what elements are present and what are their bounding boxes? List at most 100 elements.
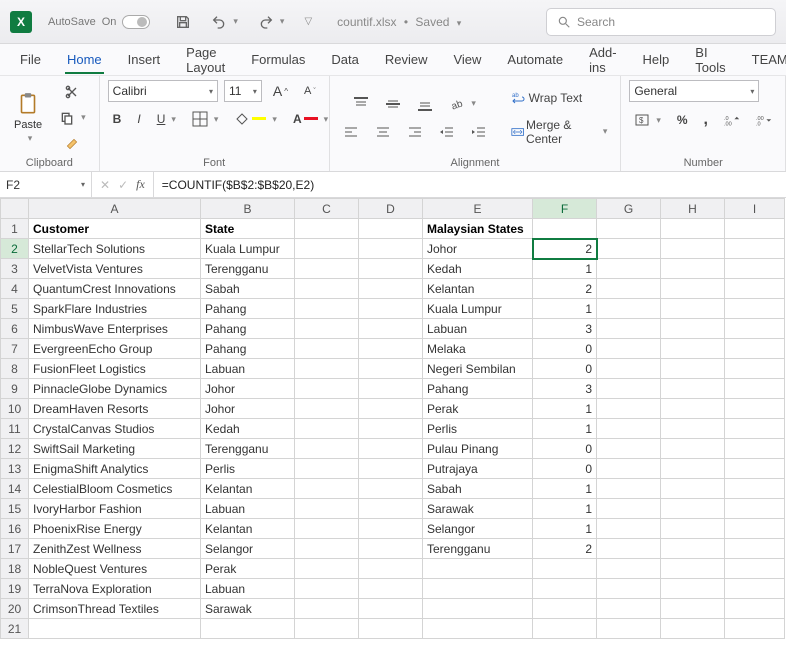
cell-A15[interactable]: IvoryHarbor Fashion xyxy=(29,499,201,519)
align-middle-button[interactable] xyxy=(380,93,406,115)
cell-D17[interactable] xyxy=(359,539,423,559)
spreadsheet-grid[interactable]: ABCDEFGHI1CustomerStateMalaysian States2… xyxy=(0,198,786,639)
cell-B15[interactable]: Labuan xyxy=(201,499,295,519)
cell-A7[interactable]: EvergreenEcho Group xyxy=(29,339,201,359)
menu-page-layout[interactable]: Page Layout xyxy=(174,39,237,81)
align-left-button[interactable] xyxy=(338,121,364,143)
font-name-select[interactable]: Calibri▾ xyxy=(108,80,218,102)
cell-I11[interactable] xyxy=(725,419,785,439)
menu-insert[interactable]: Insert xyxy=(116,46,173,73)
cell-G17[interactable] xyxy=(597,539,661,559)
cell-B7[interactable]: Pahang xyxy=(201,339,295,359)
cell-H6[interactable] xyxy=(661,319,725,339)
cell-I18[interactable] xyxy=(725,559,785,579)
bold-button[interactable]: B xyxy=(108,109,127,129)
cell-B4[interactable]: Sabah xyxy=(201,279,295,299)
cell-F14[interactable]: 1 xyxy=(533,479,597,499)
cell-H17[interactable] xyxy=(661,539,725,559)
cell-I4[interactable] xyxy=(725,279,785,299)
row-header[interactable]: 4 xyxy=(1,279,29,299)
cell-I14[interactable] xyxy=(725,479,785,499)
cell-H4[interactable] xyxy=(661,279,725,299)
menu-home[interactable]: Home xyxy=(55,46,114,73)
cell-G18[interactable] xyxy=(597,559,661,579)
cell-H3[interactable] xyxy=(661,259,725,279)
toggle-switch-icon[interactable] xyxy=(122,15,150,29)
row-header[interactable]: 13 xyxy=(1,459,29,479)
cell-C5[interactable] xyxy=(295,299,359,319)
cell-B14[interactable]: Kelantan xyxy=(201,479,295,499)
cell-A6[interactable]: NimbusWave Enterprises xyxy=(29,319,201,339)
row-header[interactable]: 2 xyxy=(1,239,29,259)
row-header[interactable]: 1 xyxy=(1,219,29,239)
decrease-indent-button[interactable] xyxy=(434,121,460,143)
cell-I16[interactable] xyxy=(725,519,785,539)
cell-E20[interactable] xyxy=(423,599,533,619)
copy-button[interactable]: ▾ xyxy=(54,107,91,129)
cell-F17[interactable]: 2 xyxy=(533,539,597,559)
cell-G21[interactable] xyxy=(597,619,661,639)
cell-A12[interactable]: SwiftSail Marketing xyxy=(29,439,201,459)
cell-C11[interactable] xyxy=(295,419,359,439)
cell-C2[interactable] xyxy=(295,239,359,259)
wrap-text-button[interactable]: ab Wrap Text xyxy=(506,87,588,109)
cell-G12[interactable] xyxy=(597,439,661,459)
increase-indent-button[interactable] xyxy=(466,121,492,143)
cell-H13[interactable] xyxy=(661,459,725,479)
cell-I3[interactable] xyxy=(725,259,785,279)
decrease-decimal-button[interactable]: .00.0 xyxy=(751,109,777,131)
fx-icon[interactable]: fx xyxy=(136,177,145,192)
menu-formulas[interactable]: Formulas xyxy=(239,46,317,73)
cell-I17[interactable] xyxy=(725,539,785,559)
font-color-button[interactable]: A▾ xyxy=(288,109,333,129)
row-header[interactable]: 15 xyxy=(1,499,29,519)
cell-B3[interactable]: Terengganu xyxy=(201,259,295,279)
row-header[interactable]: 5 xyxy=(1,299,29,319)
percent-format-button[interactable]: % xyxy=(672,110,693,130)
cell-H7[interactable] xyxy=(661,339,725,359)
row-header[interactable]: 6 xyxy=(1,319,29,339)
cell-E11[interactable]: Perlis xyxy=(423,419,533,439)
cell-D21[interactable] xyxy=(359,619,423,639)
cell-B12[interactable]: Terengganu xyxy=(201,439,295,459)
column-header-H[interactable]: H xyxy=(661,199,725,219)
cell-C9[interactable] xyxy=(295,379,359,399)
menu-bi-tools[interactable]: BI Tools xyxy=(683,39,737,81)
cell-G7[interactable] xyxy=(597,339,661,359)
cell-F1[interactable] xyxy=(533,219,597,239)
row-header[interactable]: 3 xyxy=(1,259,29,279)
column-header-A[interactable]: A xyxy=(29,199,201,219)
menu-help[interactable]: Help xyxy=(631,46,682,73)
cell-C6[interactable] xyxy=(295,319,359,339)
cell-E2[interactable]: Johor xyxy=(423,239,533,259)
underline-button[interactable]: U▾ xyxy=(152,109,181,129)
cell-H15[interactable] xyxy=(661,499,725,519)
cell-H1[interactable] xyxy=(661,219,725,239)
cell-H18[interactable] xyxy=(661,559,725,579)
cell-F20[interactable] xyxy=(533,599,597,619)
cell-H11[interactable] xyxy=(661,419,725,439)
row-header[interactable]: 12 xyxy=(1,439,29,459)
cell-E9[interactable]: Pahang xyxy=(423,379,533,399)
cell-E18[interactable] xyxy=(423,559,533,579)
cell-B2[interactable]: Kuala Lumpur xyxy=(201,239,295,259)
number-format-select[interactable]: General▾ xyxy=(629,80,759,102)
cell-E10[interactable]: Perak xyxy=(423,399,533,419)
cell-A9[interactable]: PinnacleGlobe Dynamics xyxy=(29,379,201,399)
cell-G20[interactable] xyxy=(597,599,661,619)
cell-F13[interactable]: 0 xyxy=(533,459,597,479)
row-header[interactable]: 8 xyxy=(1,359,29,379)
cell-C21[interactable] xyxy=(295,619,359,639)
redo-button[interactable]: ▾ xyxy=(253,11,290,33)
cell-B18[interactable]: Perak xyxy=(201,559,295,579)
cell-B9[interactable]: Johor xyxy=(201,379,295,399)
cell-D12[interactable] xyxy=(359,439,423,459)
cell-C10[interactable] xyxy=(295,399,359,419)
cell-G16[interactable] xyxy=(597,519,661,539)
cell-D8[interactable] xyxy=(359,359,423,379)
cell-F4[interactable]: 2 xyxy=(533,279,597,299)
cell-H2[interactable] xyxy=(661,239,725,259)
cell-E4[interactable]: Kelantan xyxy=(423,279,533,299)
cell-H20[interactable] xyxy=(661,599,725,619)
cell-F10[interactable]: 1 xyxy=(533,399,597,419)
